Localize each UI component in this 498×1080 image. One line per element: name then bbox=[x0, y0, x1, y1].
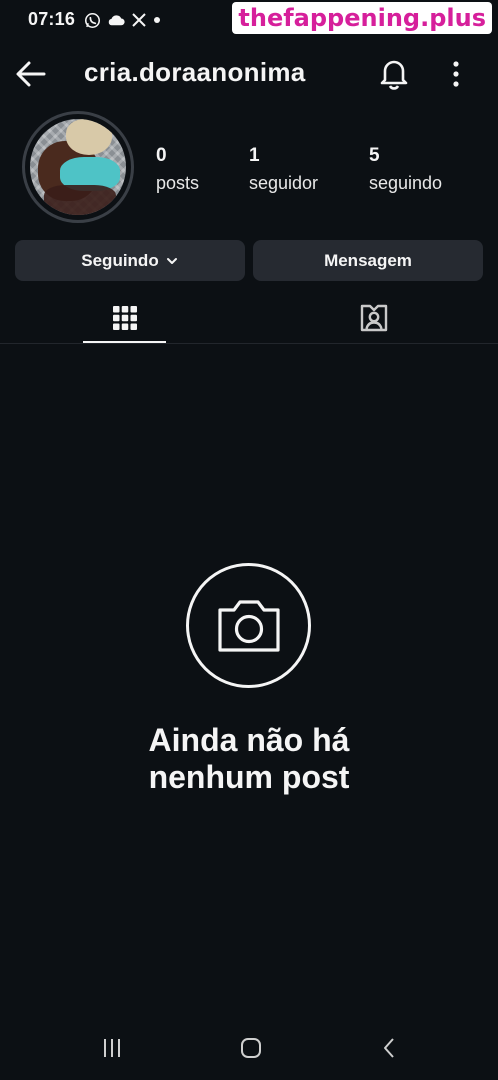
stat-followers-label: seguidor bbox=[249, 173, 319, 193]
nav-recents-button[interactable] bbox=[92, 1030, 132, 1066]
empty-state-camera bbox=[186, 563, 311, 688]
following-button[interactable]: Seguindo bbox=[15, 240, 245, 281]
status-icons bbox=[84, 10, 161, 30]
back-button[interactable] bbox=[14, 56, 50, 92]
home-icon bbox=[241, 1038, 261, 1058]
empty-state-message: Ainda não há nenhum post bbox=[0, 722, 498, 796]
tab-tagged[interactable] bbox=[332, 292, 415, 344]
profile-username: cria.doraanonima bbox=[84, 57, 306, 87]
avatar bbox=[30, 119, 126, 215]
notifications-button[interactable] bbox=[376, 55, 412, 91]
stat-followers-number: 1 bbox=[249, 145, 260, 166]
tab-divider bbox=[0, 343, 498, 344]
stat-posts[interactable]: 0 posts bbox=[156, 145, 199, 194]
message-button-label: Mensagem bbox=[324, 250, 412, 270]
arrow-left-icon bbox=[16, 61, 46, 87]
bell-icon bbox=[380, 60, 408, 90]
tab-posts-grid[interactable] bbox=[83, 292, 166, 344]
empty-state-line1: Ainda não há bbox=[148, 722, 350, 758]
more-vertical-icon bbox=[453, 61, 459, 87]
avatar-ring[interactable] bbox=[22, 111, 134, 223]
whatsapp-icon bbox=[84, 12, 101, 28]
stat-following[interactable]: 5 seguindo bbox=[369, 145, 442, 194]
camera-icon bbox=[217, 599, 280, 652]
stat-followers[interactable]: 1 seguidor bbox=[249, 145, 318, 194]
message-button[interactable]: Mensagem bbox=[253, 240, 483, 281]
nav-home-button[interactable] bbox=[231, 1030, 271, 1066]
grid-icon bbox=[112, 306, 137, 330]
stat-following-number: 5 bbox=[369, 145, 380, 166]
back-icon bbox=[384, 1038, 394, 1058]
watermark: thefappening.plus bbox=[232, 2, 492, 34]
stat-posts-number: 0 bbox=[156, 145, 167, 166]
stat-following-label: seguindo bbox=[369, 173, 443, 193]
x-icon bbox=[132, 13, 146, 27]
empty-state-line2: nenhum post bbox=[148, 759, 350, 795]
stat-posts-label: posts bbox=[156, 173, 200, 193]
chevron-down-icon bbox=[166, 257, 177, 264]
nav-back-button[interactable] bbox=[370, 1030, 410, 1066]
dot-icon bbox=[154, 17, 160, 23]
more-options-button[interactable] bbox=[442, 57, 470, 91]
following-button-label: Seguindo bbox=[81, 250, 159, 270]
recents-icon bbox=[104, 1039, 120, 1057]
status-time: 07:16 bbox=[28, 9, 76, 29]
cloud-icon bbox=[108, 15, 125, 26]
tab-active-indicator bbox=[83, 341, 166, 343]
tagged-person-icon bbox=[360, 304, 387, 332]
